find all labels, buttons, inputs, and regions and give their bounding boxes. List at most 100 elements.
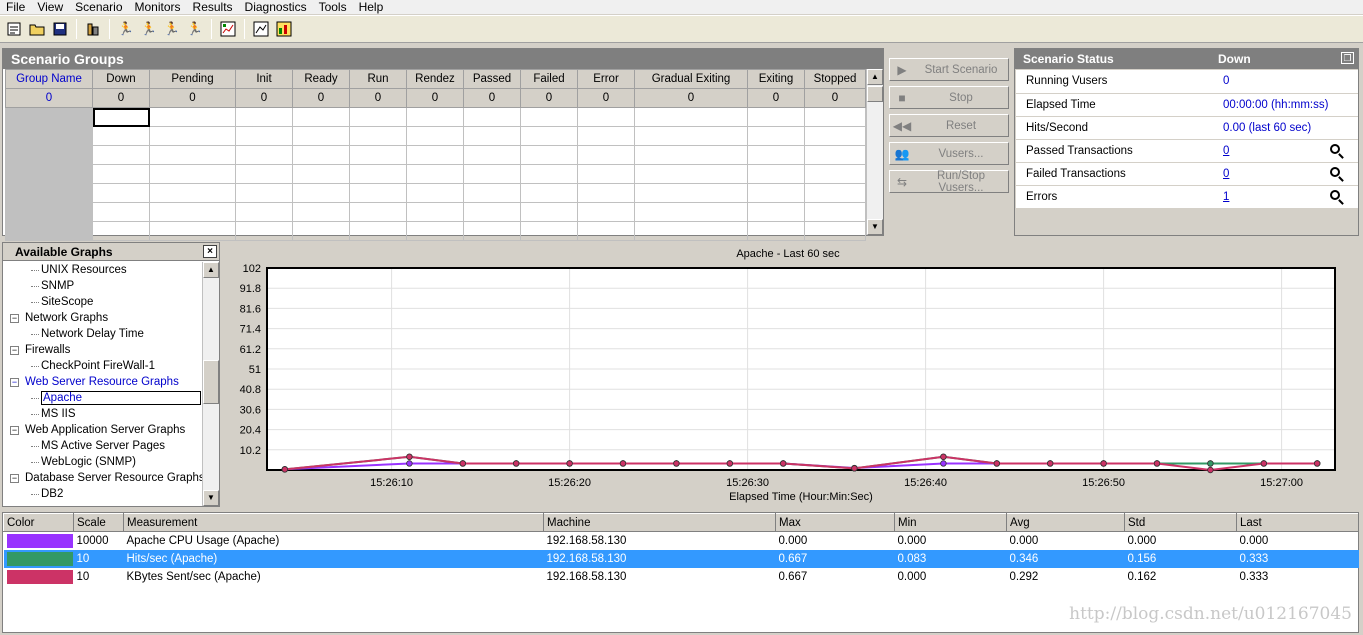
menu-results[interactable]: Results [187, 0, 239, 14]
scenario-group-row[interactable] [5, 202, 866, 222]
menu-help[interactable]: Help [353, 0, 390, 14]
color-cell[interactable] [4, 568, 74, 586]
magnifier-icon[interactable] [1330, 143, 1340, 154]
scenario-group-cell[interactable] [349, 145, 407, 165]
scenario-group-cell[interactable] [520, 164, 578, 184]
menu-file[interactable]: File [0, 0, 31, 14]
vusers-button[interactable]: 👥 Vusers... [889, 142, 1009, 165]
scroll-thumb[interactable] [867, 86, 883, 102]
scenario-group-cell[interactable] [292, 183, 350, 203]
scenario-group-cell[interactable] [520, 145, 578, 165]
passed-transactions-link[interactable]: 0 [1223, 145, 1229, 157]
open-icon[interactable] [27, 19, 47, 39]
scenario-group-cell[interactable] [463, 221, 521, 241]
column-header[interactable]: Max [775, 513, 895, 532]
scenario-group-row[interactable] [5, 145, 866, 165]
graph-tree-item[interactable]: MS Active Server Pages [3, 438, 202, 454]
scenario-group-cell[interactable] [406, 107, 464, 127]
scenario-group-cell[interactable] [349, 107, 407, 127]
graph-tree-item[interactable]: − Web Server Resource Graphs [3, 374, 202, 390]
scenario-group-cell[interactable] [92, 164, 150, 184]
run-icon[interactable]: 🏃 [116, 19, 136, 39]
scenario-group-cell[interactable] [406, 126, 464, 146]
graph-tree-item[interactable]: MS IIS [3, 406, 202, 422]
collapse-icon[interactable]: − [10, 426, 19, 435]
failed-transactions-link[interactable]: 0 [1223, 168, 1229, 180]
scenario-group-cell[interactable] [463, 202, 521, 222]
scenario-group-cell[interactable] [406, 164, 464, 184]
scenario-group-cell[interactable] [149, 126, 236, 146]
new-scenario-icon[interactable] [4, 19, 24, 39]
column-header[interactable]: Failed [520, 69, 578, 89]
scenario-group-cell[interactable] [520, 202, 578, 222]
scroll-down-arrow[interactable]: ▼ [867, 219, 883, 235]
column-header[interactable]: Stopped [804, 69, 866, 89]
analyze-icon[interactable] [251, 19, 271, 39]
graph-tree-item[interactable]: DB2 [3, 486, 202, 502]
scenario-group-cell[interactable] [463, 164, 521, 184]
errors-link[interactable]: 1 [1223, 191, 1229, 203]
stop-icon[interactable]: 🏃 [139, 19, 159, 39]
scenario-group-cell[interactable] [5, 221, 93, 241]
scenario-group-cell[interactable] [149, 221, 236, 241]
scenario-group-cell[interactable] [349, 126, 407, 146]
scenario-group-cell[interactable] [520, 183, 578, 203]
scenario-group-cell[interactable] [235, 145, 293, 165]
scenario-group-cell[interactable] [577, 164, 635, 184]
scenario-group-cell[interactable] [292, 145, 350, 165]
close-icon[interactable]: × [203, 245, 217, 258]
column-header[interactable]: Rendez [406, 69, 464, 89]
scenario-group-cell[interactable] [5, 183, 93, 203]
scenario-group-cell[interactable] [747, 107, 805, 127]
scenario-group-row[interactable] [5, 164, 866, 184]
column-header[interactable]: Min [894, 513, 1007, 532]
start-scenario-button[interactable]: ▶ Start Scenario [889, 58, 1009, 81]
color-cell[interactable] [4, 532, 74, 550]
scenario-group-cell[interactable] [292, 126, 350, 146]
column-header[interactable]: Scale [73, 513, 124, 532]
scenario-group-cell[interactable] [5, 145, 93, 165]
measurement-row[interactable]: 10 Hits/sec (Apache) 192.168.58.130 0.667 0.… [3, 549, 1359, 568]
scroll-up-arrow[interactable]: ▲ [867, 69, 883, 85]
column-header[interactable]: Pending [149, 69, 236, 89]
scenario-group-row[interactable] [5, 126, 866, 146]
scenario-group-cell[interactable] [577, 202, 635, 222]
scenario-group-cell[interactable] [292, 107, 350, 127]
menu-monitors[interactable]: Monitors [129, 0, 187, 14]
results-icon[interactable] [218, 19, 238, 39]
menu-tools[interactable]: Tools [313, 0, 353, 14]
group-icon[interactable] [83, 19, 103, 39]
graph-tree-item[interactable]: − Database Server Resource Graphs [3, 470, 202, 486]
measurement-row[interactable]: 10000 Apache CPU Usage (Apache) 192.168.58… [4, 532, 1359, 550]
magnifier-icon[interactable] [1330, 166, 1340, 177]
collapse-icon[interactable]: − [10, 378, 19, 387]
scenario-group-cell[interactable] [149, 183, 236, 203]
scenario-group-cell[interactable] [92, 107, 150, 127]
scenario-group-row[interactable] [5, 183, 866, 203]
scenario-group-cell[interactable] [463, 183, 521, 203]
column-header[interactable]: Measurement [123, 513, 544, 532]
scroll-thumb[interactable] [203, 360, 219, 404]
scenario-group-cell[interactable] [747, 126, 805, 146]
graph-tree-item[interactable]: SNMP [3, 278, 202, 294]
column-header[interactable]: Gradual Exiting [634, 69, 748, 89]
column-header[interactable]: Avg [1006, 513, 1125, 532]
analysis-graph-icon[interactable] [274, 19, 294, 39]
magnifier-icon[interactable] [1330, 189, 1340, 200]
scenario-group-cell[interactable] [349, 221, 407, 241]
scenario-group-cell[interactable] [235, 164, 293, 184]
scenario-group-cell[interactable] [577, 221, 635, 241]
graph-tree-item[interactable]: SiteScope [3, 294, 202, 310]
scenario-group-cell[interactable] [634, 221, 748, 241]
run-stop-vusers-button[interactable]: ⇆ Run/Stop Vusers... [889, 170, 1009, 194]
scenario-group-cell[interactable] [804, 145, 866, 165]
scenario-group-cell[interactable] [747, 202, 805, 222]
scenario-group-cell[interactable] [804, 221, 866, 241]
scenario-group-cell[interactable] [149, 107, 236, 127]
scenario-group-cell[interactable] [520, 221, 578, 241]
scenario-group-cell[interactable] [349, 183, 407, 203]
scenario-group-cell[interactable] [634, 126, 748, 146]
scenario-group-cell[interactable] [577, 126, 635, 146]
scenario-group-row[interactable] [5, 221, 866, 241]
column-header[interactable]: Down [92, 69, 150, 89]
